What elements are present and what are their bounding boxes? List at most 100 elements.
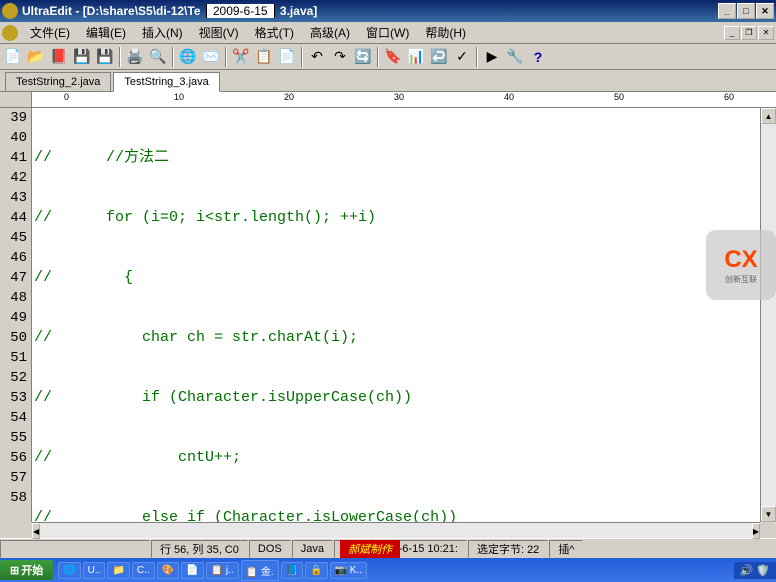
line-number: 42 [0,168,27,188]
task-item[interactable]: U.. [83,562,106,579]
redo-icon[interactable]: ↷ [329,46,351,68]
minimize-button[interactable]: _ [718,3,736,19]
watermark-text: 创新互联 [725,274,757,285]
system-tray[interactable]: 🔊 🛡️ [734,562,776,579]
line-number: 51 [0,348,27,368]
help-icon[interactable]: ? [527,46,549,68]
status-language: Java [292,540,333,558]
maximize-button[interactable]: □ [737,3,755,19]
task-item[interactable]: 📋 金. [241,560,279,581]
paste-icon[interactable]: 📄 [276,46,298,68]
menu-advanced[interactable]: 高级(A) [302,22,358,43]
task-item[interactable]: 🔒 [305,562,327,579]
start-button[interactable]: ⊞ 开始 [0,560,53,580]
line-number: 52 [0,368,27,388]
ruler-tick-30: 30 [394,92,404,102]
spell-icon[interactable]: ✓ [451,46,473,68]
line-number: 45 [0,228,27,248]
task-item[interactable]: 🎨 [157,562,179,579]
tray-icon[interactable]: 🔊 [740,564,754,577]
scroll-left-button[interactable]: ◀ [32,523,40,539]
date-overlay: 2009-6-15 [206,4,275,18]
bookmark-icon[interactable]: 🔖 [382,46,404,68]
window-title: UltraEdit - [D:\share\S5\di-12\Te 2009-6… [22,4,717,18]
hex-icon[interactable]: 📊 [405,46,427,68]
task-item[interactable]: 🌐 [58,562,80,579]
line-number: 53 [0,388,27,408]
macro-icon[interactable]: ▶ [481,46,503,68]
scroll-right-button[interactable]: ▶ [752,523,760,539]
tab-teststring3[interactable]: TestString_3.java [113,72,219,92]
tray-icon[interactable]: 🛡️ [756,564,770,577]
tab-teststring2[interactable]: TestString_2.java [5,72,111,91]
line-number: 40 [0,128,27,148]
menu-format[interactable]: 格式(T) [247,22,302,43]
save-as-icon[interactable]: 💾 [94,46,116,68]
line-number: 47 [0,268,27,288]
line-number: 48 [0,288,27,308]
menubar: 文件(E) 编辑(E) 插入(N) 视图(V) 格式(T) 高级(A) 窗口(W… [0,22,776,44]
menubar-icon [2,25,18,41]
line-number: 55 [0,428,27,448]
code-line: // char ch = str.charAt(i); [34,328,760,348]
wrap-icon[interactable]: ↩️ [428,46,450,68]
undo-icon[interactable]: ↶ [306,46,328,68]
status-selection: 选定字节: 22 [468,540,548,558]
ruler-gutter [0,92,32,107]
print-icon[interactable]: 🖨️ [124,46,146,68]
vertical-scrollbar[interactable]: ▲ ▼ [760,108,776,522]
task-item[interactable]: 📋 j.. [206,562,239,579]
tool-icon[interactable]: 🔧 [504,46,526,68]
ruler-tick-60: 60 [724,92,734,102]
menu-window[interactable]: 窗口(W) [358,22,417,43]
line-number: 43 [0,188,27,208]
menu-insert[interactable]: 插入(N) [134,22,191,43]
menu-view[interactable]: 视图(V) [191,22,247,43]
close-button[interactable]: ✕ [756,3,774,19]
copy-icon[interactable]: 📋 [253,46,275,68]
toolbar-separator [301,47,303,67]
scroll-track[interactable] [761,124,776,506]
line-number: 41 [0,148,27,168]
menu-edit[interactable]: 编辑(E) [78,22,134,43]
toolbar-separator [377,47,379,67]
line-number: 56 [0,448,27,468]
scroll-up-button[interactable]: ▲ [761,108,776,124]
status-insert-mode: 插^ [549,540,583,558]
close-file-icon[interactable]: 📕 [48,46,70,68]
code-line: // if (Character.isUpperCase(ch)) [34,388,760,408]
task-item[interactable]: 📄 [181,562,203,579]
save-icon[interactable]: 💾 [71,46,93,68]
task-item[interactable]: C.. [132,562,155,579]
new-icon[interactable]: 📄 [2,46,24,68]
scroll-track[interactable] [40,523,752,538]
findreplace-icon[interactable]: 🔄 [352,46,374,68]
app-name: UltraEdit [22,4,72,18]
line-number: 46 [0,248,27,268]
editor-area: 39 40 41 42 43 44 45 46 47 48 49 50 51 5… [0,108,776,522]
open-icon[interactable]: 📂 [25,46,47,68]
file-path-part1: [D:\share\S5\di-12\Te [83,4,201,18]
doc-close-button[interactable]: ✕ [758,26,774,40]
email-icon[interactable]: ✉️ [200,46,222,68]
code-editor[interactable]: // //方法二 // for (i=0; i<str.length(); ++… [32,108,760,522]
task-item[interactable]: 📷 K.. [330,562,367,579]
task-item[interactable]: 📘 [281,562,303,579]
ruler-tick-20: 20 [284,92,294,102]
doc-restore-button[interactable]: ❐ [741,26,757,40]
cut-icon[interactable]: ✂️ [230,46,252,68]
menu-help[interactable]: 帮助(H) [417,22,474,43]
line-number: 57 [0,468,27,488]
toolbar-separator [225,47,227,67]
ruler-tick-10: 10 [174,92,184,102]
task-item[interactable]: 📁 [107,562,129,579]
scroll-down-button[interactable]: ▼ [761,506,776,522]
web-icon[interactable]: 🌐 [177,46,199,68]
file-tab-strip: TestString_2.java TestString_3.java [0,70,776,92]
toolbar-separator [172,47,174,67]
menu-file[interactable]: 文件(E) [22,22,78,43]
preview-icon[interactable]: 🔍 [147,46,169,68]
horizontal-scrollbar[interactable]: ◀ ▶ [32,522,760,538]
doc-minimize-button[interactable]: _ [724,26,740,40]
toolbar-separator [119,47,121,67]
